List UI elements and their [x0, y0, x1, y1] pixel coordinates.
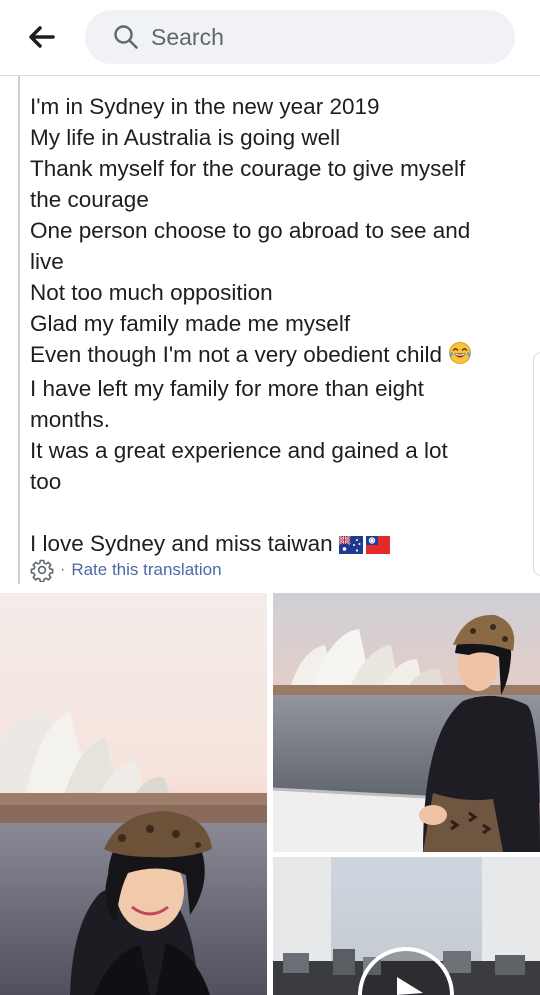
video-thumbnail-city[interactable] [273, 857, 540, 995]
post-line: I'm in Sydney in the new year 2019 [30, 94, 380, 119]
photo-woman-beret-opera-house[interactable] [0, 593, 267, 995]
post-line-with-emoji: Even though I'm not a very obedient chil… [30, 339, 510, 373]
post-line: the courage [30, 187, 149, 212]
search-input[interactable] [149, 22, 483, 52]
rate-translation-link[interactable]: Rate this translation [71, 560, 221, 580]
side-panel-edge [533, 352, 540, 576]
photo-woman-seated-harbor[interactable] [273, 593, 540, 852]
translated-post: I'm in Sydney in the new year 2019 My li… [18, 76, 530, 584]
australia-flag [338, 531, 363, 562]
post-line: My life in Australia is going well [30, 125, 341, 150]
back-button[interactable] [22, 20, 62, 54]
arrow-left-icon [29, 26, 55, 48]
post-line: months. [30, 407, 111, 432]
post-line: Thank myself for the courage to give mys… [30, 156, 466, 181]
post-line: Not too much opposition [30, 280, 273, 305]
tears-of-joy-emoji [448, 341, 472, 373]
translation-rating-row: · Rate this translation [30, 557, 222, 583]
post-line: I have left my family for more than eigh… [30, 376, 424, 401]
post-line: Glad my family made me myself [30, 311, 351, 336]
post-line: too [30, 469, 62, 494]
post-line: live [30, 249, 64, 274]
post-line-text: Even though I'm not a very obedient chil… [30, 342, 443, 367]
post-blank-line [30, 497, 510, 528]
top-bar [0, 0, 540, 76]
gear-icon[interactable] [30, 558, 54, 582]
taiwan-flag [365, 531, 390, 562]
post-text: I'm in Sydney in the new year 2019 My li… [30, 91, 510, 562]
magnifier-icon [113, 24, 139, 50]
post-line: One person choose to go abroad to see an… [30, 218, 471, 243]
separator-dot: · [60, 561, 66, 578]
search-bar[interactable] [85, 10, 515, 64]
post-line: It was a great experience and gained a l… [30, 438, 448, 463]
post-line-text: I love Sydney and miss taiwan [30, 531, 333, 556]
